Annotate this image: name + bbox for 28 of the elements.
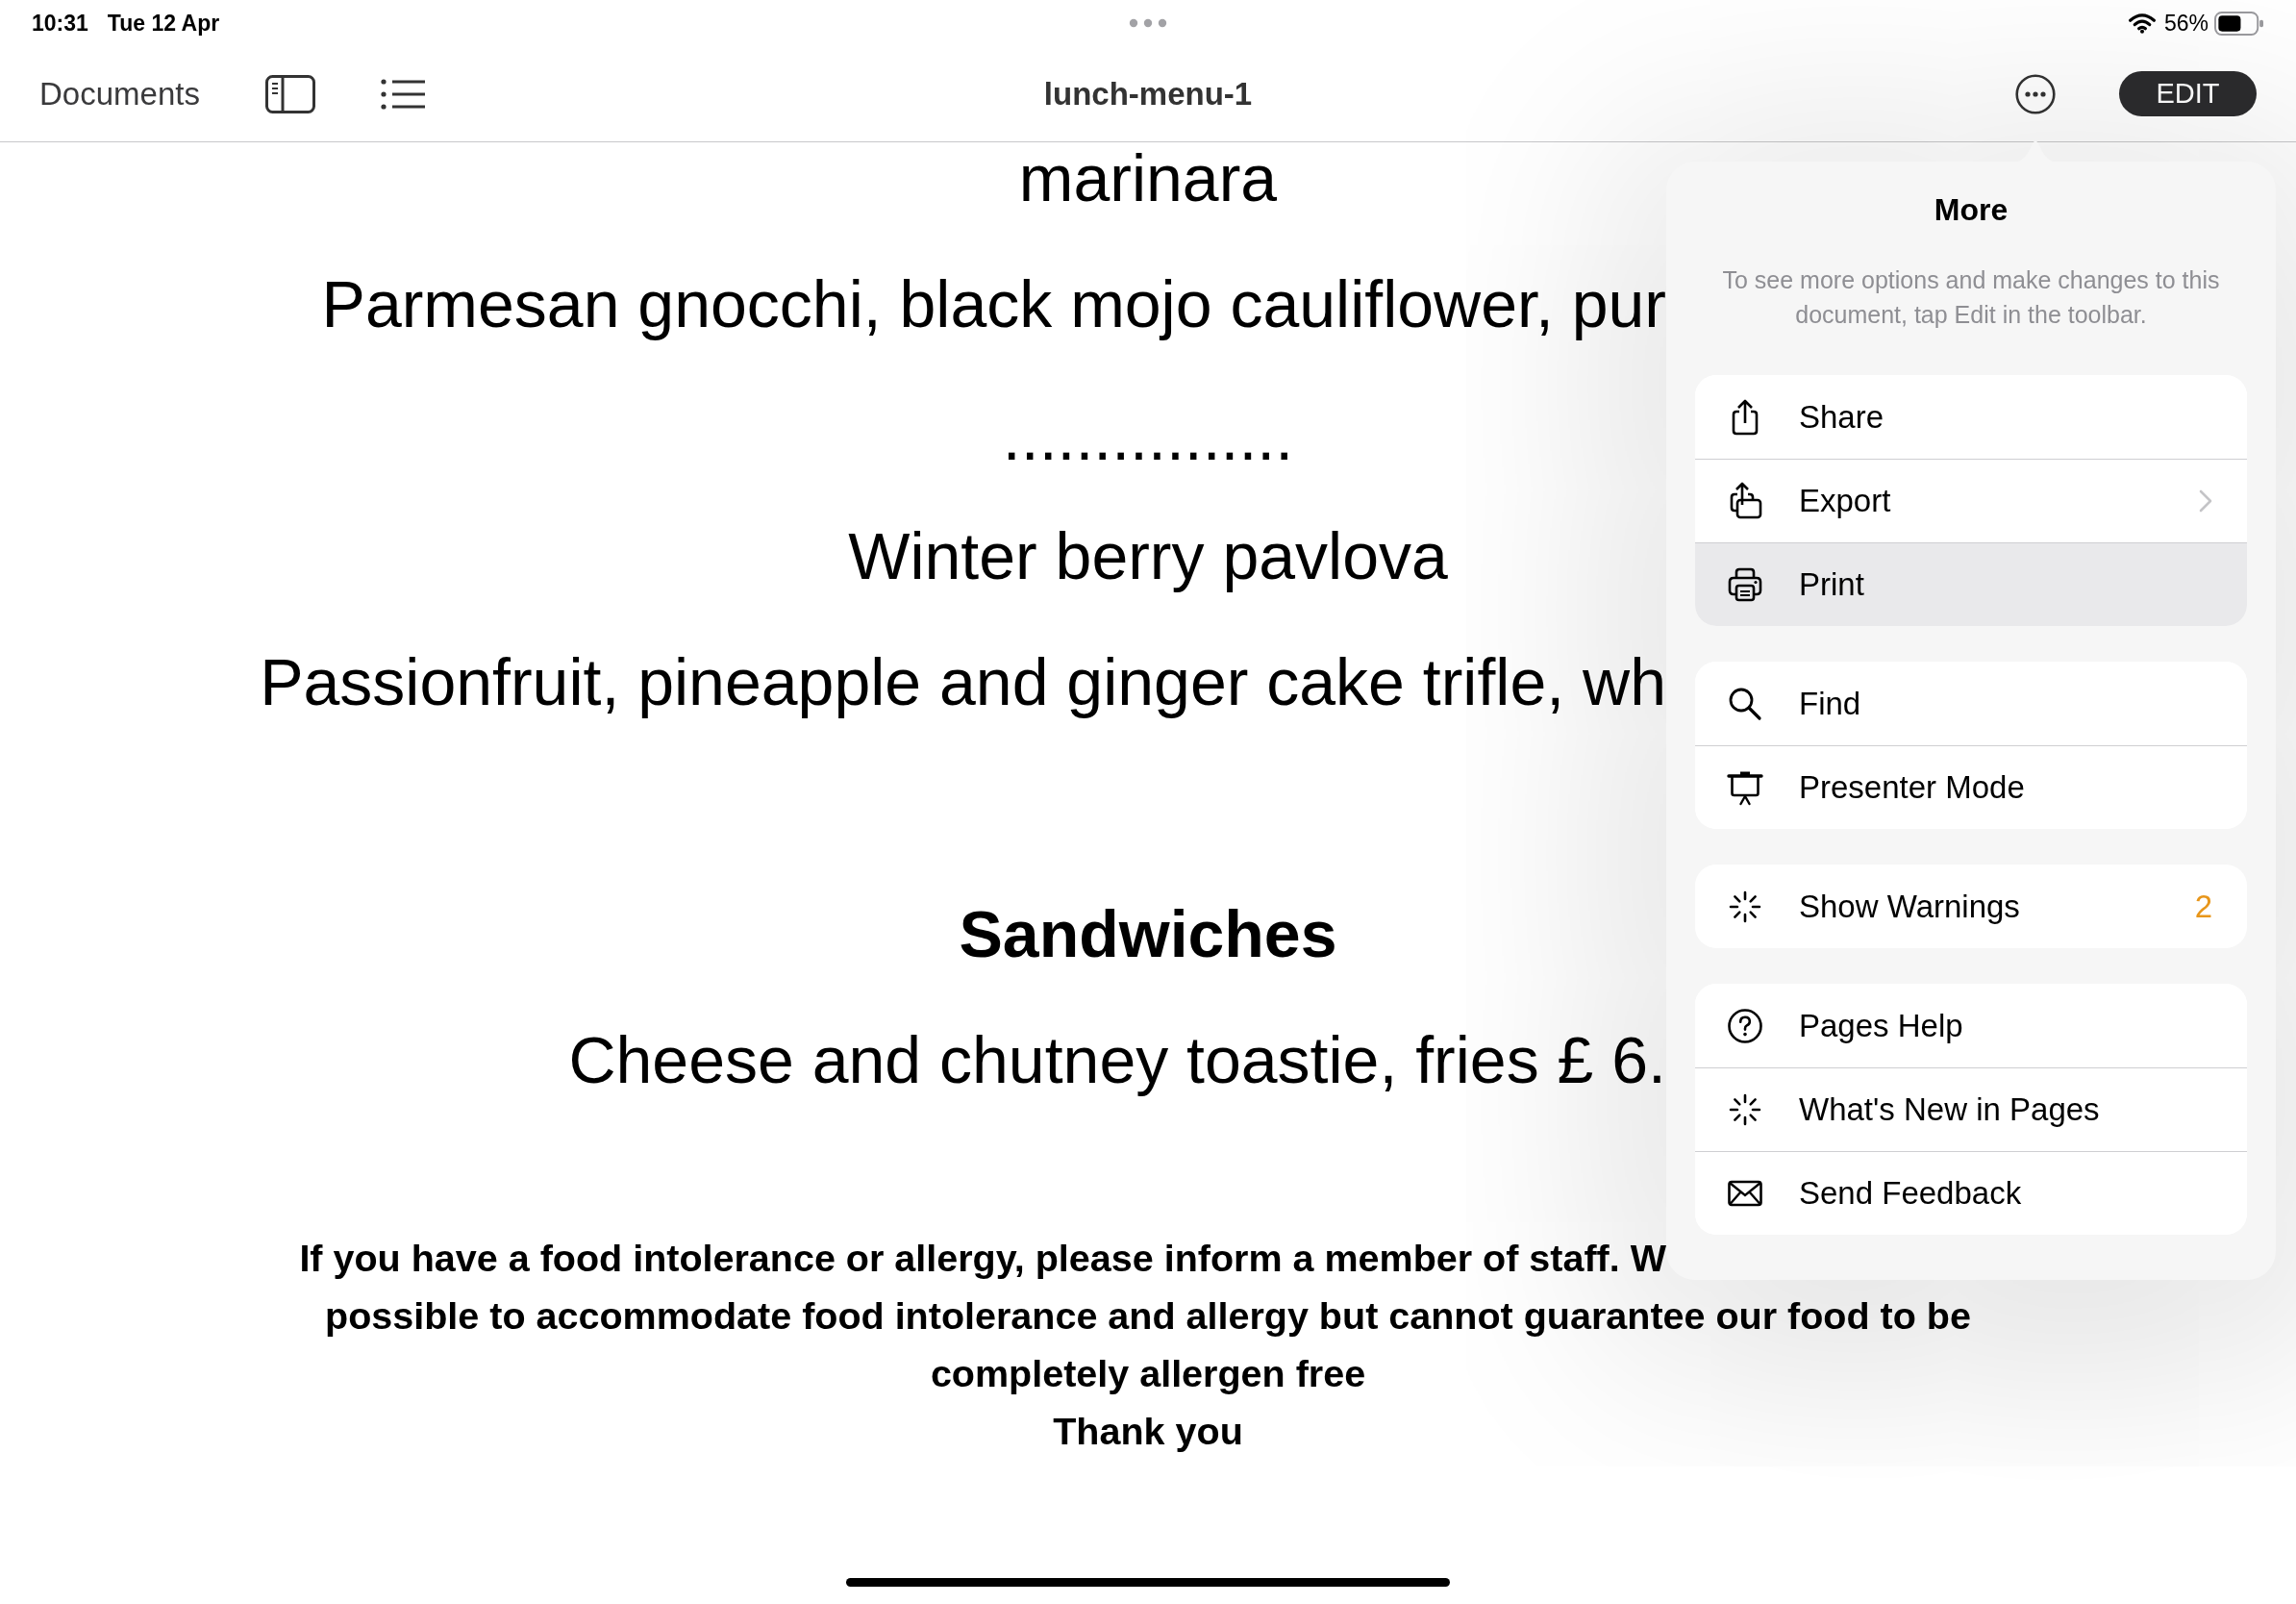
list-icon[interactable]	[380, 77, 425, 111]
allergy-notice-line: completely allergen free	[930, 1351, 1366, 1397]
menu-item[interactable]: Print	[1695, 542, 2247, 626]
multitasking-dots-icon[interactable]	[1129, 18, 1167, 28]
document-text-line: marinara	[1018, 142, 1278, 214]
warning-count: 2	[2194, 888, 2212, 925]
document-text-line: Passionfruit, pineapple and ginger cake trifle, wh	[260, 646, 1666, 718]
document-title: lunch-menu-1	[1043, 75, 1253, 113]
popover-title: More	[1933, 191, 2009, 229]
battery-icon	[2214, 11, 2264, 36]
document-text-line: Cheese and chutney toastie, fries £ 6.	[568, 1024, 1666, 1096]
battery-percent: 56%	[2163, 10, 2209, 37]
document-text-line: Parmesan gnocchi, black mojo cauliflower, pur	[321, 268, 1666, 340]
documents-button[interactable]: Documents	[39, 74, 200, 113]
status-time: 10:31	[32, 10, 88, 37]
section-heading: Sandwiches	[959, 898, 1337, 970]
allergy-notice-line: possible to accommodate food intolerance and allergy but cannot guarantee our food to be	[325, 1293, 1971, 1340]
printer-icon	[1726, 565, 1764, 604]
wifi-icon	[2127, 13, 2157, 34]
allergy-notice-line: Thank you	[1053, 1409, 1243, 1455]
edit-button[interactable]: EDIT	[2119, 71, 2257, 116]
more-icon[interactable]	[2015, 73, 2056, 114]
help-icon	[1726, 1006, 1764, 1045]
sidebar-icon[interactable]	[264, 74, 315, 113]
popover-description: To see more options and make changes to this document, tap Edit in the toolbar.	[1721, 265, 2221, 330]
allergy-notice-line: If you have a food intolerance or allergy, please inform a member of staff. W	[299, 1236, 1666, 1282]
status-date: Tue 12 Apr	[107, 10, 220, 37]
document-text-line: Winter berry pavlova	[848, 520, 1448, 592]
